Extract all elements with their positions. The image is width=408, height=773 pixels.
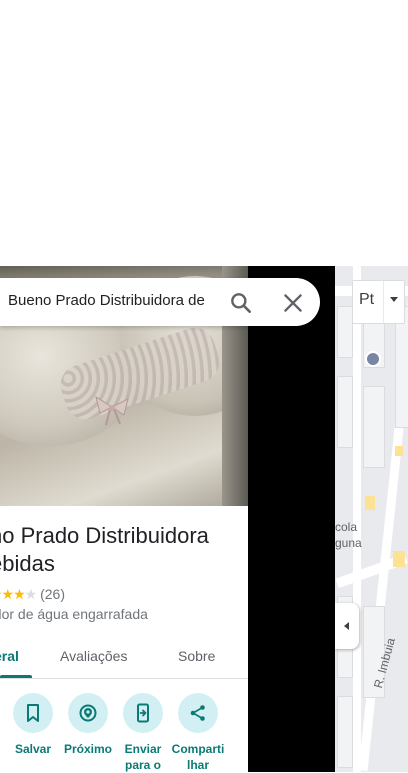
chevron-left-icon xyxy=(344,622,349,630)
transit-icon[interactable] xyxy=(365,351,381,367)
share-label: Comparti lhar xyxy=(171,742,225,772)
send-to-phone-label: Enviar para o xyxy=(124,742,162,772)
map-block xyxy=(337,376,353,448)
place-title-line: ebidas xyxy=(0,551,55,576)
star-rating: ★★★★ xyxy=(0,586,37,602)
tab-bar: eral Avaliações Sobre xyxy=(0,636,248,679)
map-view[interactable]: cola guna R. Imbuia xyxy=(335,266,408,772)
search-bar[interactable]: Bueno Prado Distribuidora de xyxy=(0,278,320,326)
share-button[interactable]: Comparti lhar xyxy=(170,693,226,773)
map-block xyxy=(395,306,408,428)
place-title-line: no Prado Distribuidora xyxy=(0,523,209,548)
nearby-label: Próximo xyxy=(63,742,112,756)
map-highlight xyxy=(365,496,375,510)
place-title: no Prado Distribuidora ebidas xyxy=(0,522,250,578)
rating-count[interactable]: (26) xyxy=(40,586,65,602)
map-highlight xyxy=(393,551,405,567)
map-label-place: guna xyxy=(335,536,362,550)
search-input[interactable]: Bueno Prado Distribuidora de xyxy=(8,292,218,309)
tab-overview[interactable]: eral xyxy=(0,648,19,664)
active-tab-indicator xyxy=(0,675,32,678)
chevron-down-icon[interactable] xyxy=(390,297,398,302)
action-buttons: Salvar Próximo Enviar para o Comparti lh… xyxy=(0,693,248,773)
place-category[interactable]: edor de água engarrafada xyxy=(0,606,148,622)
send-to-phone-button[interactable]: Enviar para o xyxy=(115,693,171,773)
map-block xyxy=(337,306,353,358)
map-block xyxy=(363,386,385,468)
layers-label: Pt xyxy=(359,291,375,308)
action-circle xyxy=(13,693,53,733)
save-label: Salvar xyxy=(14,742,52,756)
map-label-place: cola xyxy=(335,520,358,534)
send-to-phone-icon xyxy=(137,703,149,723)
tab-about[interactable]: Sobre xyxy=(178,648,215,664)
rating-row[interactable]: ★★★★ (26) xyxy=(0,586,65,603)
share-icon xyxy=(190,705,205,721)
collapse-panel-button[interactable] xyxy=(335,603,359,649)
action-circle xyxy=(68,693,108,733)
map-block xyxy=(337,696,353,768)
layers-button[interactable]: Pt xyxy=(352,280,405,324)
action-circle xyxy=(178,693,218,733)
blank-area xyxy=(0,0,408,266)
action-circle xyxy=(123,693,163,733)
divider xyxy=(383,281,384,323)
nearby-button[interactable]: Próximo xyxy=(60,693,116,757)
map-road xyxy=(353,266,361,772)
nearby-icon xyxy=(79,704,97,722)
search-icon[interactable] xyxy=(228,290,254,316)
bookmark-icon xyxy=(27,704,39,722)
close-icon[interactable] xyxy=(280,290,306,316)
tab-reviews[interactable]: Avaliações xyxy=(60,648,127,664)
map-gap xyxy=(248,266,335,772)
map-highlight xyxy=(395,446,403,456)
save-button[interactable]: Salvar xyxy=(5,693,61,757)
photo-detail xyxy=(95,395,129,426)
